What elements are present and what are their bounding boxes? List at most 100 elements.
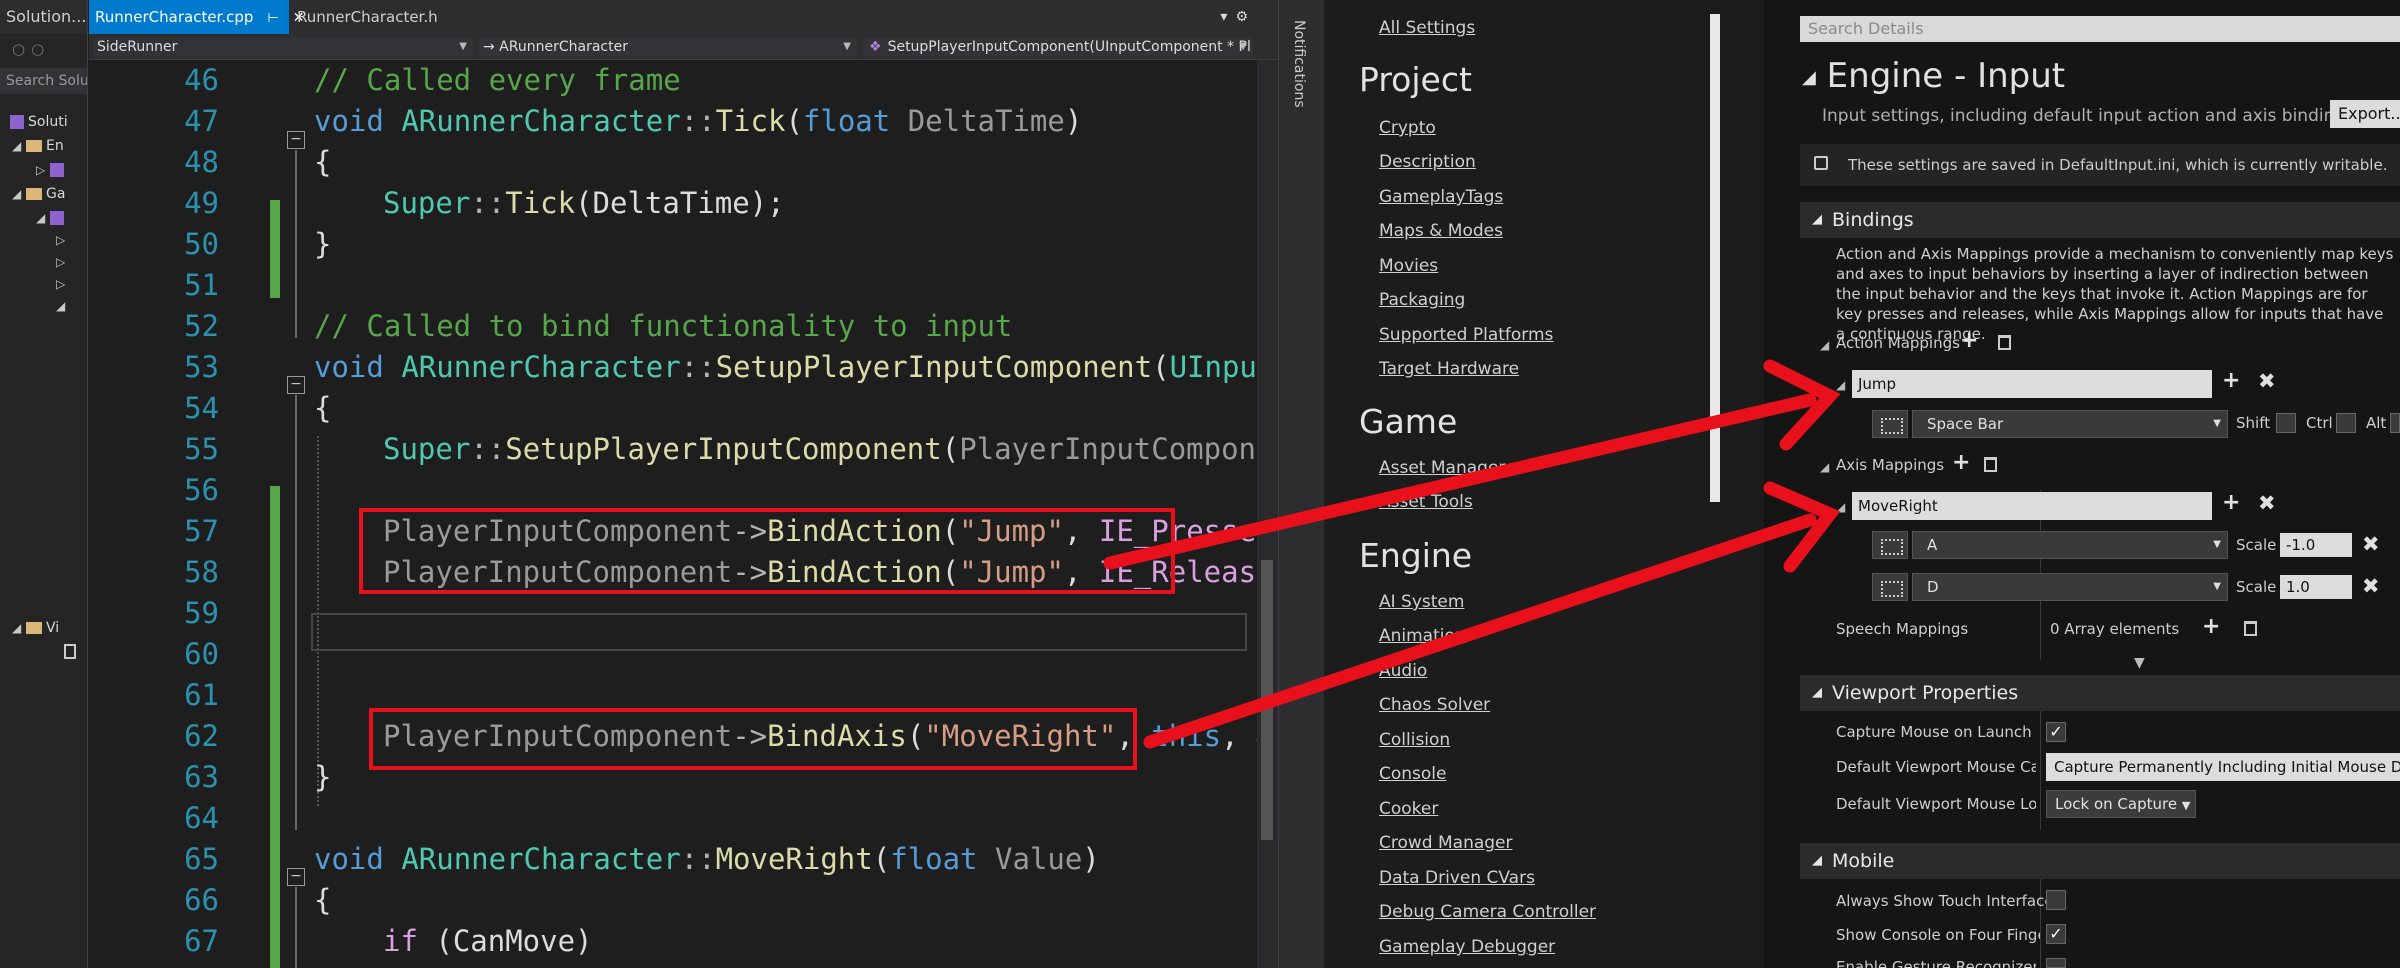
key-dropdown-a[interactable]: A ▼ [1912,531,2228,559]
remove-key-icon[interactable]: ✖ [2362,532,2380,556]
key-dropdown-space-bar[interactable]: Space Bar ▼ [1912,410,2228,438]
tree-item-sub[interactable]: ▷ [56,254,70,270]
tab-overflow-controls[interactable]: ▾⚙ [1220,0,1256,34]
delete-axis-mappings-icon[interactable] [1984,457,1997,472]
nav-audio[interactable]: Audio [1379,661,1427,681]
nav-packaging[interactable]: Packaging [1379,290,1465,310]
expand-icon[interactable]: ◢ [1820,338,1829,352]
nav-description[interactable]: Description [1379,152,1476,172]
class-dropdown[interactable]: → ARunnerCharacter ▼ [479,37,857,57]
nav-asset-manager[interactable]: Asset Manager [1379,458,1505,478]
editor-scrollbar-thumb[interactable] [1261,560,1273,840]
mobile-section-header[interactable]: ◢ Mobile [1800,843,2400,879]
column-divider[interactable] [2040,710,2041,830]
expand-icon[interactable]: ◢ [1836,500,1845,514]
touch-interface-checkbox[interactable] [2046,890,2066,910]
nav-all-settings[interactable]: All Settings [1379,18,1475,38]
nav-collision[interactable]: Collision [1379,730,1450,750]
capture-mode-dropdown[interactable]: Capture Permanently Including Initial Mo… [2046,753,2400,781]
tree-item-solution[interactable]: Soluti [10,114,68,130]
line-number: 46 [184,63,219,97]
key-dropdown-d[interactable]: D ▼ [1912,573,2228,601]
remove-action-icon[interactable]: ✖ [2258,369,2276,393]
chevron-down-icon[interactable]: ▾ [1220,9,1235,25]
nav-animation[interactable]: Animation [1379,626,1466,646]
nav-gameplay-debugger[interactable]: Gameplay Debugger [1379,937,1555,957]
nav-crypto[interactable]: Crypto [1379,118,1436,138]
shift-checkbox[interactable] [2276,413,2296,433]
nav-cooker[interactable]: Cooker [1379,799,1438,819]
code-area[interactable]: 46 47 48 49 50 51 52 53 54 55 56 57 58 5… [89,60,1274,968]
show-advanced-icon[interactable]: ▼ [2134,655,2145,671]
search-details-input[interactable]: Search Details [1800,16,2400,42]
nav-supported-platforms[interactable]: Supported Platforms [1379,325,1553,345]
collapse-icon[interactable]: ◢ [1802,67,1816,88]
notifications-panel-tab[interactable]: Notifications [1278,0,1324,968]
key-selector-icon[interactable] [1872,410,1908,438]
alt-checkbox[interactable] [2390,413,2400,433]
nav-debug-camera-controller[interactable]: Debug Camera Controller [1379,902,1596,922]
nav-gameplay-tags[interactable]: GameplayTags [1379,187,1503,207]
mouse-lock-dropdown[interactable]: Lock on Capture ▼ [2046,790,2196,818]
console-four-finger-checkbox[interactable]: ✓ [2046,924,2066,944]
pin-icon[interactable]: ⊢ [267,11,278,26]
nav-chaos-solver[interactable]: Chaos Solver [1379,695,1490,715]
project-icon [50,163,64,177]
member-dropdown[interactable]: ❖ SetupPlayerInputComponent(UInputCompone… [863,37,1253,57]
add-speech-mapping-icon[interactable]: + [2202,614,2220,639]
key-selector-icon[interactable] [1872,573,1908,601]
project-dropdown[interactable]: SideRunner ▼ [93,37,473,57]
solution-explorer-title[interactable]: Solution... [0,0,87,34]
add-key-icon[interactable]: + [2222,490,2240,515]
ctrl-checkbox[interactable] [2336,413,2356,433]
tab-runner-character-h[interactable]: RunnerCharacter.h [291,0,511,34]
nav-asset-tools[interactable]: Asset Tools [1379,492,1473,512]
fold-toggle-icon[interactable]: − [287,376,305,394]
tree-item-game-project[interactable]: ◢ [36,210,68,226]
capture-mouse-checkbox[interactable]: ✓ [2046,722,2066,742]
expand-icon[interactable]: ◢ [1836,378,1845,392]
scale-input-d[interactable]: 1.0 [2280,575,2352,599]
nav-maps-modes[interactable]: Maps & Modes [1379,221,1503,241]
add-action-mapping-icon[interactable]: + [1960,328,1978,353]
tree-item-sub[interactable]: ◢ [56,298,70,314]
action-mappings-label: Action Mappings [1836,334,1960,352]
section-project-title: Project [1359,60,1472,99]
tab-runner-character-cpp[interactable]: RunnerCharacter.cpp ⊢ ✕ [89,0,304,34]
tree-item-project[interactable]: ▷ [36,162,68,178]
tree-item-sub[interactable]: ▷ [56,232,70,248]
bindings-section-header[interactable]: ◢ Bindings [1800,202,2400,238]
delete-speech-mappings-icon[interactable] [2244,621,2257,636]
export-button[interactable]: Export... [2330,100,2400,128]
scale-input-a[interactable]: -1.0 [2280,533,2352,557]
delete-action-mappings-icon[interactable] [1998,335,2011,350]
add-axis-mapping-icon[interactable]: + [1952,450,1970,475]
nav-crowd-manager[interactable]: Crowd Manager [1379,833,1513,853]
tree-item-sub[interactable]: ▷ [56,276,70,292]
add-key-icon[interactable]: + [2222,368,2240,393]
nav-target-hardware[interactable]: Target Hardware [1379,359,1519,379]
fold-toggle-icon[interactable]: − [287,131,305,149]
gear-icon[interactable]: ⚙ [1235,9,1256,25]
remove-key-icon[interactable]: ✖ [2362,574,2380,598]
solution-search-input[interactable]: Search Solu [0,68,87,94]
expand-icon[interactable]: ◢ [1820,460,1829,474]
nav-movies[interactable]: Movies [1379,256,1438,276]
solution-toolbar[interactable]: ○○ [0,34,87,64]
viewport-section-header[interactable]: ◢ Viewport Properties [1800,675,2400,711]
action-name-jump-field[interactable]: Jump [1852,370,2212,398]
tree-item-engine[interactable]: ◢ En [12,138,64,154]
tree-item-file[interactable] [64,644,76,663]
fold-toggle-icon[interactable]: − [287,868,305,886]
gesture-recognizer-checkbox[interactable] [2046,958,2066,968]
nav-ai-system[interactable]: AI System [1379,592,1464,612]
tree-item-games[interactable]: ◢ Ga [12,186,65,202]
nav-console[interactable]: Console [1379,764,1447,784]
settings-nav-scrollbar[interactable] [1710,14,1720,502]
remove-axis-icon[interactable]: ✖ [2258,491,2276,515]
nav-data-driven-cvars[interactable]: Data Driven CVars [1379,868,1535,888]
axis-name-moveright-field[interactable]: MoveRight [1852,492,2212,520]
column-divider[interactable] [2040,876,2041,968]
key-selector-icon[interactable] [1872,531,1908,559]
tree-item-visualizers[interactable]: ◢ Vi [12,620,59,636]
